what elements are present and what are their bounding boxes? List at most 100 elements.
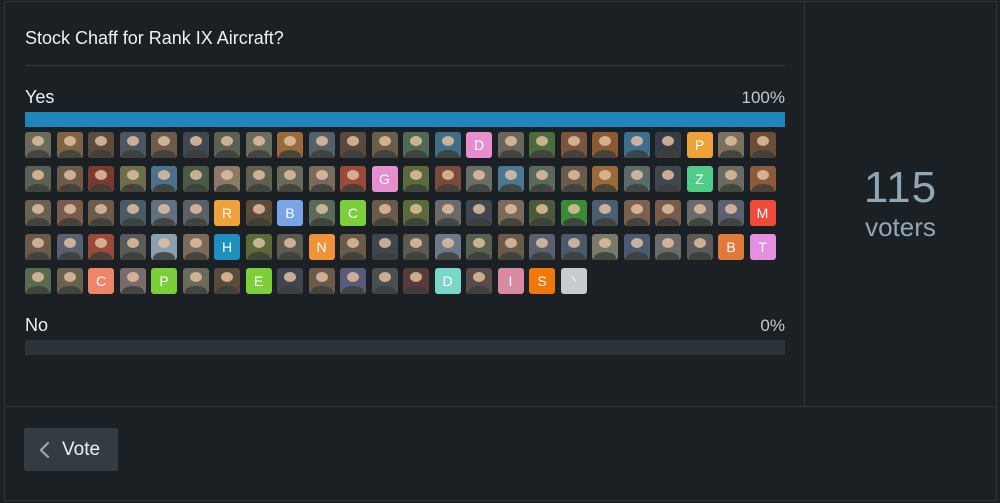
voter-avatar[interactable]: [56, 132, 83, 158]
voter-avatar[interactable]: [718, 166, 744, 192]
voter-avatar[interactable]: P: [686, 132, 713, 158]
voter-avatar[interactable]: [655, 166, 681, 192]
voter-avatar[interactable]: [466, 200, 492, 226]
voter-avatar[interactable]: [25, 132, 51, 158]
voter-avatar[interactable]: [277, 166, 303, 192]
voter-avatar[interactable]: [592, 234, 618, 260]
voter-avatar[interactable]: ⸌: [560, 268, 587, 294]
voter-avatar[interactable]: [340, 166, 366, 192]
voter-avatar[interactable]: S: [529, 268, 555, 294]
voter-avatar[interactable]: [277, 268, 303, 294]
vote-button[interactable]: Vote: [24, 428, 118, 471]
voter-avatar[interactable]: [497, 166, 524, 192]
voter-avatar[interactable]: [434, 234, 461, 260]
voter-avatar[interactable]: [466, 234, 492, 260]
voter-avatar[interactable]: [214, 166, 240, 192]
voter-avatar[interactable]: [749, 166, 776, 192]
voter-avatar[interactable]: [88, 132, 114, 158]
voter-avatar[interactable]: [182, 200, 209, 226]
voter-avatar[interactable]: [592, 132, 618, 158]
voter-avatar[interactable]: [560, 132, 587, 158]
voter-avatar[interactable]: [25, 166, 51, 192]
voter-avatar[interactable]: E: [245, 268, 272, 294]
voter-avatar[interactable]: H: [214, 234, 240, 260]
voter-avatar[interactable]: [592, 166, 618, 192]
voter-avatar[interactable]: [371, 234, 398, 260]
voter-avatar[interactable]: [245, 200, 272, 226]
voter-avatar[interactable]: [529, 132, 555, 158]
voter-avatar[interactable]: [56, 200, 83, 226]
voter-avatar[interactable]: [308, 268, 335, 294]
voter-avatar[interactable]: [466, 268, 492, 294]
voter-avatar[interactable]: [529, 166, 555, 192]
voter-avatar[interactable]: Z: [686, 166, 713, 192]
voter-avatar[interactable]: [403, 166, 429, 192]
voter-avatar[interactable]: [718, 132, 744, 158]
voter-avatar[interactable]: [182, 166, 209, 192]
voter-avatar[interactable]: [718, 200, 744, 226]
voter-avatar[interactable]: [214, 268, 240, 294]
voter-avatar[interactable]: [56, 234, 83, 260]
voter-avatar[interactable]: [403, 268, 429, 294]
voter-avatar[interactable]: [655, 132, 681, 158]
voter-avatar[interactable]: [88, 234, 114, 260]
voter-avatar[interactable]: [245, 132, 272, 158]
voter-avatar[interactable]: [25, 234, 51, 260]
voter-avatar[interactable]: D: [466, 132, 492, 158]
voter-avatar[interactable]: [340, 234, 366, 260]
voter-avatar[interactable]: [434, 132, 461, 158]
voter-avatar[interactable]: [245, 166, 272, 192]
voter-avatar[interactable]: P: [151, 268, 177, 294]
voter-avatar[interactable]: [623, 234, 650, 260]
voter-avatar[interactable]: [529, 234, 555, 260]
voter-avatar[interactable]: [151, 200, 177, 226]
voter-avatar[interactable]: [560, 166, 587, 192]
voter-avatar[interactable]: [371, 132, 398, 158]
voter-avatar[interactable]: [655, 234, 681, 260]
voter-avatar[interactable]: [403, 132, 429, 158]
voter-avatar[interactable]: [151, 234, 177, 260]
voter-avatar[interactable]: [119, 200, 146, 226]
voter-avatar[interactable]: [529, 200, 555, 226]
voter-avatar[interactable]: [308, 166, 335, 192]
voter-avatar[interactable]: [655, 200, 681, 226]
voter-avatar[interactable]: [25, 200, 51, 226]
voter-avatar[interactable]: [88, 166, 114, 192]
voter-avatar[interactable]: [403, 200, 429, 226]
voter-avatar[interactable]: [56, 268, 83, 294]
voter-avatar[interactable]: [182, 268, 209, 294]
voter-avatar[interactable]: [686, 234, 713, 260]
voter-avatar[interactable]: [497, 234, 524, 260]
voter-avatar[interactable]: [623, 166, 650, 192]
voter-avatar[interactable]: [434, 166, 461, 192]
voter-avatar[interactable]: B: [277, 200, 303, 226]
voter-avatar[interactable]: [686, 200, 713, 226]
voter-avatar[interactable]: [119, 234, 146, 260]
voter-avatar[interactable]: [277, 234, 303, 260]
voter-avatar[interactable]: [592, 200, 618, 226]
voter-avatar[interactable]: [623, 200, 650, 226]
voter-avatar[interactable]: G: [371, 166, 398, 192]
voter-avatar[interactable]: [308, 132, 335, 158]
voter-avatar[interactable]: I: [497, 268, 524, 294]
voter-avatar[interactable]: [151, 132, 177, 158]
voter-avatar[interactable]: B: [718, 234, 744, 260]
voter-avatar[interactable]: [340, 268, 366, 294]
voter-avatar[interactable]: [308, 200, 335, 226]
voter-avatar[interactable]: [403, 234, 429, 260]
voter-avatar[interactable]: [25, 268, 51, 294]
voter-avatar[interactable]: [119, 166, 146, 192]
voter-avatar[interactable]: T: [749, 234, 776, 260]
voter-avatar[interactable]: [371, 268, 398, 294]
voter-avatar[interactable]: [245, 234, 272, 260]
voter-avatar[interactable]: [497, 200, 524, 226]
voter-avatar[interactable]: C: [340, 200, 366, 226]
voter-avatar[interactable]: [497, 132, 524, 158]
voter-avatar[interactable]: [151, 166, 177, 192]
voter-avatar[interactable]: [466, 166, 492, 192]
voter-avatar[interactable]: [434, 200, 461, 226]
voter-avatar[interactable]: [88, 200, 114, 226]
voter-avatar[interactable]: [182, 132, 209, 158]
voter-avatar[interactable]: [340, 132, 366, 158]
voter-avatar[interactable]: [182, 234, 209, 260]
